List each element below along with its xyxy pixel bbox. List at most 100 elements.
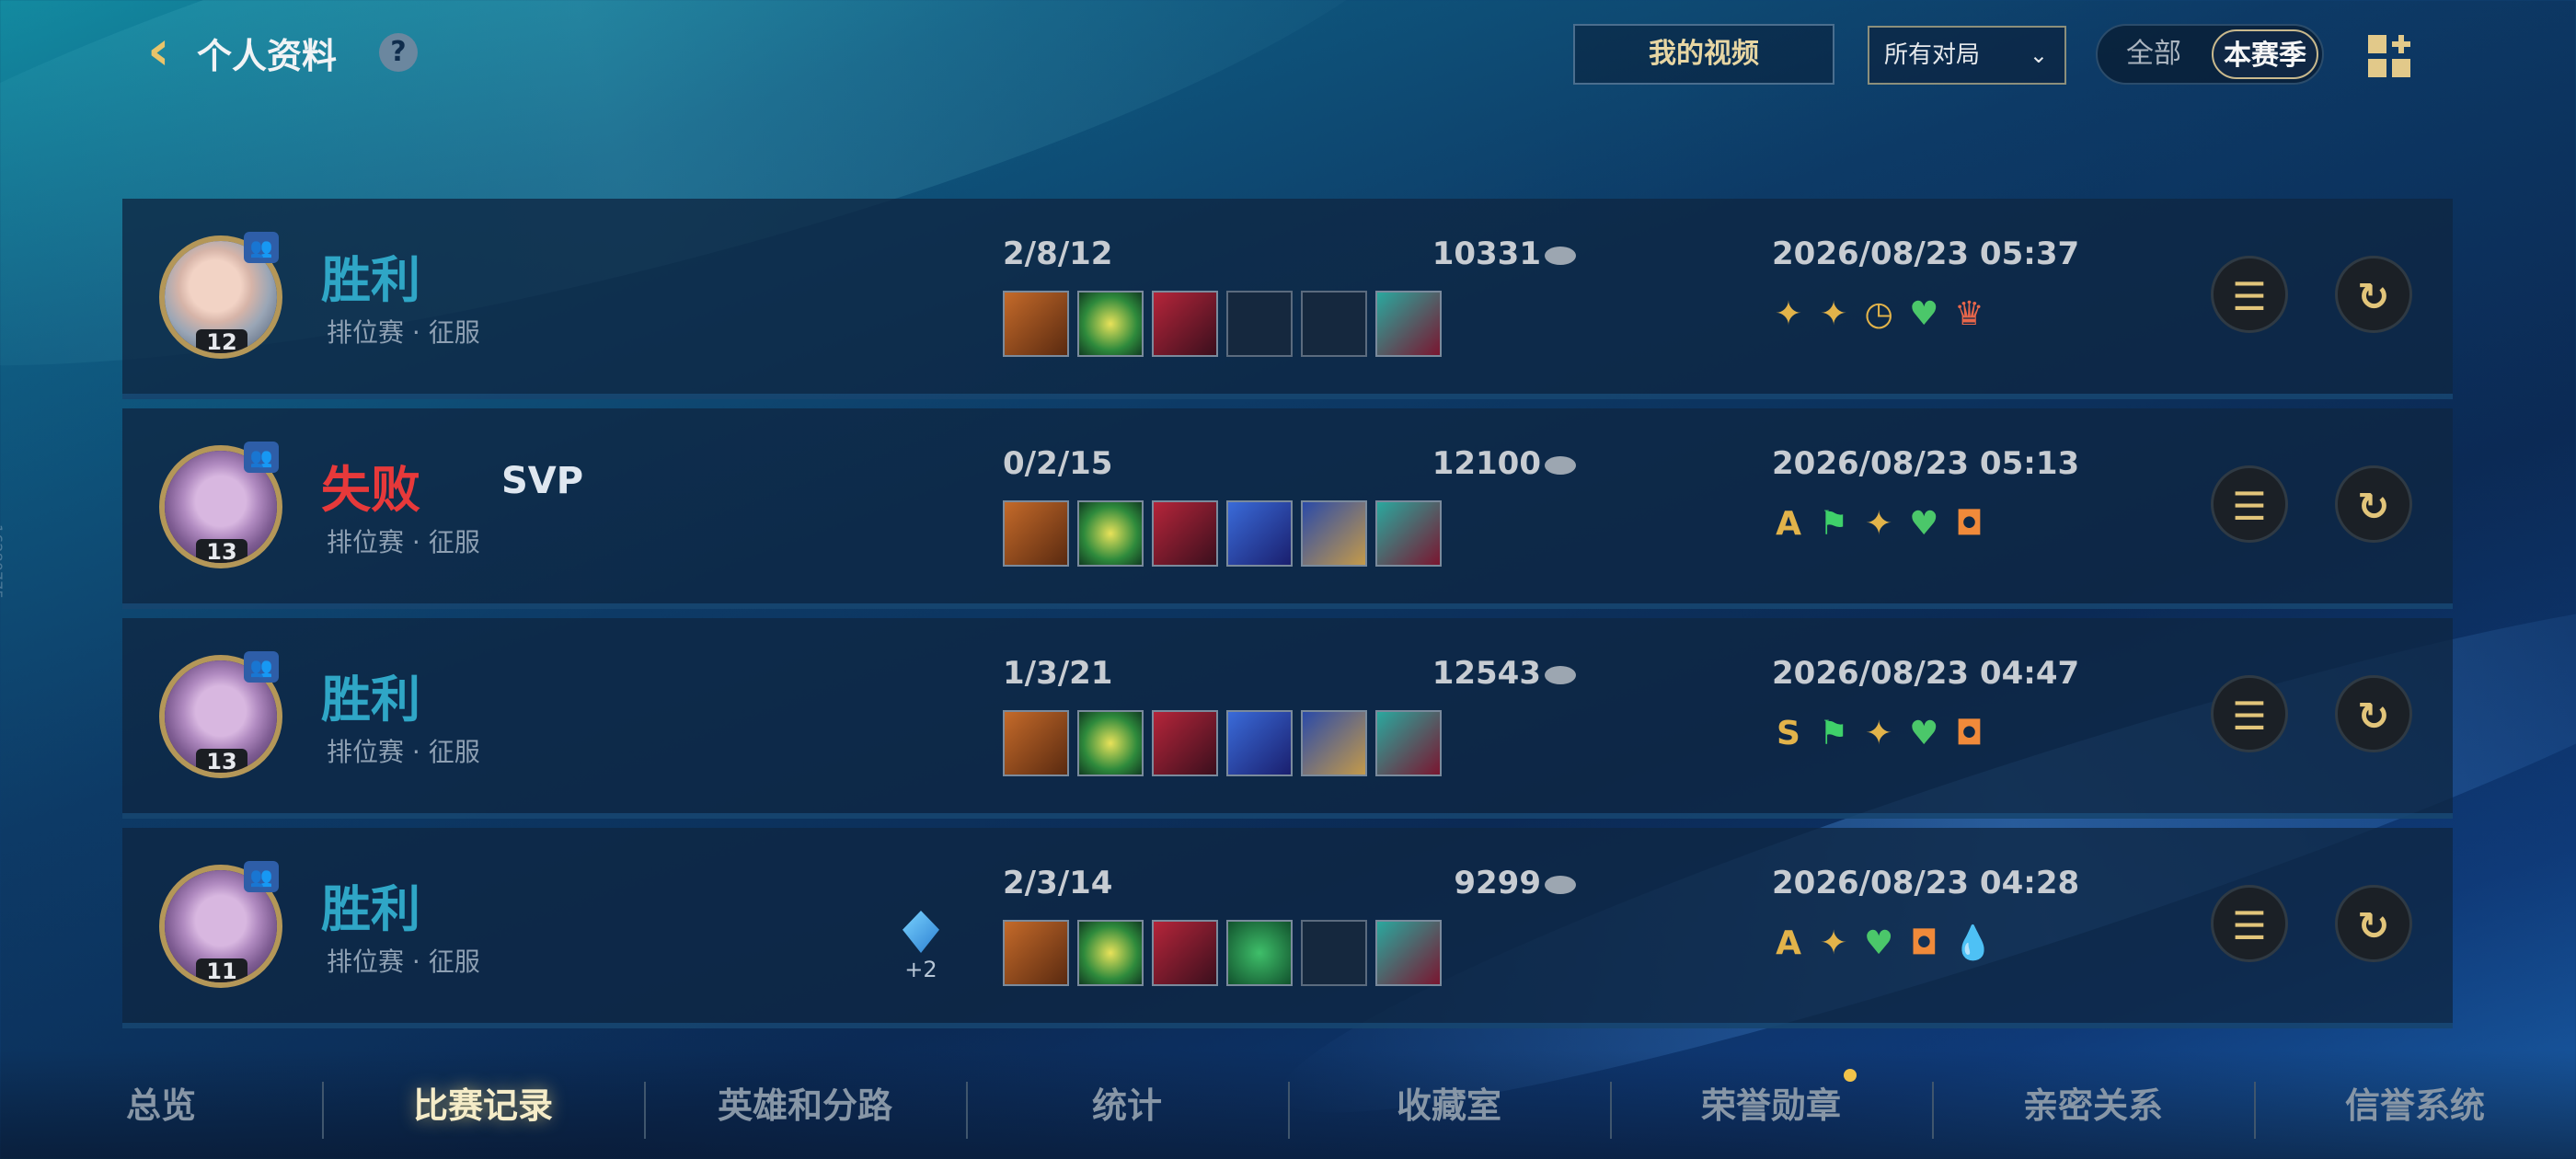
nav-collection[interactable]: 收藏室 [1385,1078,1513,1133]
rating-badge: S [1777,715,1800,752]
item-icon [1077,920,1144,986]
nav-divider [2254,1082,2256,1139]
rating-badge: A [1776,924,1801,962]
nav-credit-system[interactable]: 信誉系统 [2332,1078,2498,1133]
nav-match-history[interactable]: 比赛记录 [386,1078,580,1133]
list-icon: ☰ [2232,274,2267,319]
my-videos-button[interactable]: 我的视频 [1573,24,1834,85]
nav-relationships[interactable]: 亲密关系 [2010,1078,2176,1133]
heart-icon: ♥ [1909,505,1939,543]
match-card[interactable]: 13 👥 胜利 排位赛 · 征服 1/3/21 12543 2026/08/23… [122,618,2453,819]
hero-level: 12 [196,329,247,353]
honor-icon: ✦ [1820,295,1848,333]
team-icon: 👥 [244,232,279,263]
rating-badge: A [1776,505,1801,543]
item-icon [1375,920,1442,986]
empty-item-slot [1301,291,1367,357]
replay-button[interactable]: ↻ [2335,885,2412,962]
honor-icon: ✦ [1865,715,1893,752]
gold-value: 12543 [1432,655,1541,692]
side-id: 16280775 [0,524,6,600]
kda: 0/2/15 [1003,445,1113,482]
item-icon [1301,710,1367,776]
item-icon [1003,291,1069,357]
heart-icon: ♥ [1864,924,1894,962]
shield-icon: ◘ [1910,924,1938,962]
heart-icon: ♥ [1909,295,1939,333]
gold-value: 9299 [1454,865,1541,901]
hero-level: 13 [196,539,247,563]
clock-icon: ◷ [1864,295,1893,333]
match-result: 胜利 [321,671,420,729]
item-icon [1003,500,1069,567]
nav-stats[interactable]: 统计 [1067,1078,1187,1133]
shield-icon: ◘ [1955,505,1984,543]
gold: 12543 [1429,655,1576,692]
toggle-all[interactable]: 全部 [2103,29,2204,79]
item-icon [1226,500,1293,567]
item-icon [1152,291,1218,357]
match-result: 胜利 [321,880,420,938]
svp-badge: SVP [501,460,584,502]
match-date: 2026/08/23 05:37 [1772,235,2080,272]
match-date: 2026/08/23 05:13 [1772,445,2080,482]
gold-value: 10331 [1432,235,1541,272]
item-icon [1077,291,1144,357]
coin-icon [1545,665,1576,684]
match-card[interactable]: 11 👥 胜利 排位赛 · 征服 +2 2/3/14 9299 2026/08/… [122,828,2453,1028]
nav-divider [644,1082,646,1139]
list-icon: ☰ [2232,694,2267,739]
empty-item-slot [1301,920,1367,986]
match-result: 失败 [321,461,420,519]
honor-icon: ✦ [1820,924,1848,962]
nav-overview[interactable]: 总览 [92,1078,230,1133]
item-icon [1003,710,1069,776]
gold: 12100 [1429,445,1576,482]
drop-icon: 💧 [1952,924,1995,962]
match-date: 2026/08/23 04:47 [1772,655,2080,692]
flag-icon: ⚑ [1818,505,1849,543]
help-icon[interactable]: ? [379,33,418,72]
layout-grid-icon[interactable] [2368,35,2412,77]
match-card[interactable]: 12 👥 胜利 排位赛 · 征服 2/8/12 10331 2026/08/23… [122,199,2453,399]
match-detail-button[interactable]: ☰ [2211,675,2288,752]
back-arrow-icon[interactable]: ‹ [147,23,184,78]
item-icon [1375,291,1442,357]
match-card[interactable]: 13 👥 失败 SVP 排位赛 · 征服 0/2/15 12100 2026/0… [122,408,2453,609]
nav-divider [322,1082,324,1139]
item-icon [1077,710,1144,776]
nav-honor-medals[interactable]: 荣誉勋章 [1688,1078,1854,1133]
honor-tags: ✦ ✦ ◷ ♥ ♛ [1772,294,1993,335]
match-filter-select[interactable]: 所有对局 ⌄ [1868,26,2066,85]
flag-icon: ⚑ [1818,715,1849,752]
gold: 10331 [1429,235,1576,272]
honor-tags: A ⚑ ✦ ♥ ◘ [1772,504,1993,545]
match-detail-button[interactable]: ☰ [2211,465,2288,543]
replay-button[interactable]: ↻ [2335,675,2412,752]
match-date: 2026/08/23 04:28 [1772,865,2080,901]
coin-icon [1545,875,1576,894]
gem-shape [903,911,939,953]
gem-icon: +2 [893,911,949,982]
item-icon [1226,710,1293,776]
page-title: 个人资料 [197,36,338,76]
match-detail-button[interactable]: ☰ [2211,256,2288,333]
item-icon [1152,710,1218,776]
nav-divider [1610,1082,1612,1139]
replay-button[interactable]: ↻ [2335,256,2412,333]
gold-value: 12100 [1432,445,1541,482]
match-mode: 排位赛 · 征服 [327,737,480,767]
top-bar: ‹ 个人资料 ? 我的视频 所有对局 ⌄ 全部 本赛季 [0,0,2576,110]
kda: 2/8/12 [1003,235,1113,272]
heart-icon: ♥ [1909,715,1939,752]
toggle-season[interactable]: 本赛季 [2212,29,2318,79]
replay-button[interactable]: ↻ [2335,465,2412,543]
item-icon [1375,500,1442,567]
nav-heroes-lanes[interactable]: 英雄和分路 [699,1078,911,1133]
kda: 2/3/14 [1003,865,1113,901]
replay-icon: ↻ [2357,484,2390,529]
item-icon [1375,710,1442,776]
replay-icon: ↻ [2357,694,2390,739]
gold: 9299 [1429,865,1576,901]
match-detail-button[interactable]: ☰ [2211,885,2288,962]
